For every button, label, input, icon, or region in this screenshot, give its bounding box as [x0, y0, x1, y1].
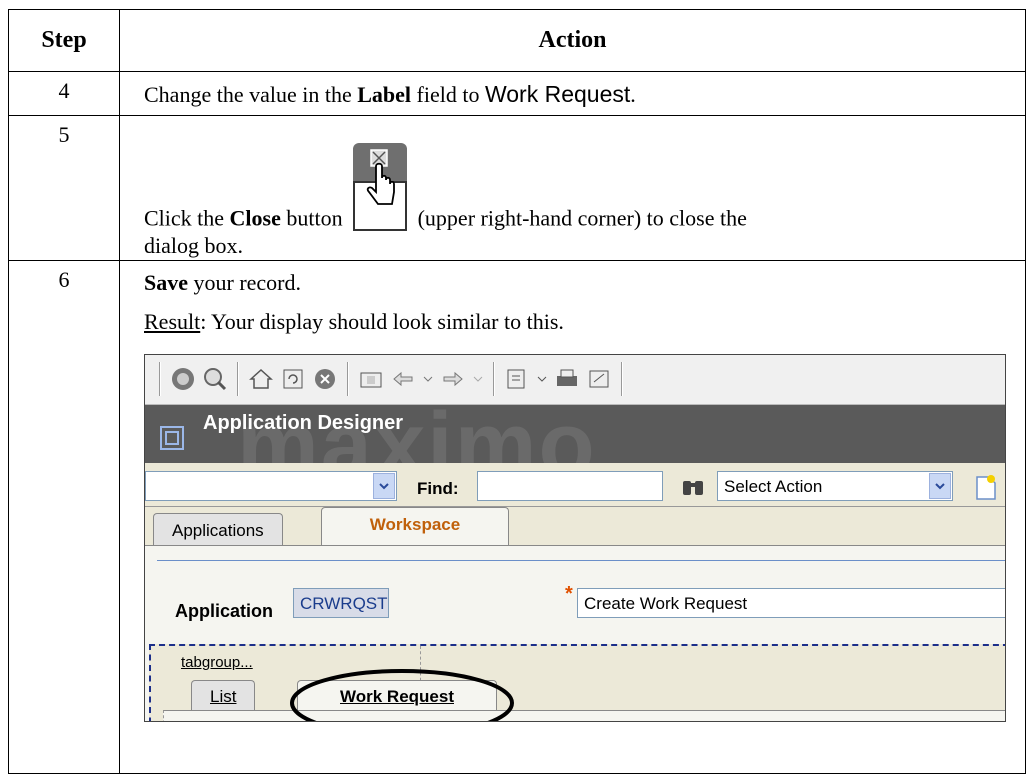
result-screenshot: maximo Application Designer Find: Select… — [144, 353, 1006, 722]
refresh-icon[interactable] — [279, 365, 307, 393]
toolbar — [145, 354, 1005, 405]
step-row: 6 Save your record. Result: Your display… — [8, 259, 1026, 774]
main-tabs: Applications Workspace — [145, 506, 1005, 545]
tabgroup-label[interactable]: tabgroup... — [181, 654, 253, 673]
header-action: Action — [119, 9, 1026, 72]
result-label: Result — [144, 309, 201, 334]
application-icon — [159, 425, 185, 458]
search-icon[interactable] — [201, 365, 229, 393]
design-tab-list[interactable]: List — [191, 679, 256, 710]
application-field[interactable]: CRWRQST — [293, 587, 389, 618]
header-step: Step — [8, 9, 120, 72]
back-arrow-icon[interactable] — [389, 365, 417, 393]
action-text: Change the value in the Label field to W… — [119, 71, 1026, 116]
chevron-down-icon[interactable] — [373, 472, 395, 499]
required-marker: * — [565, 582, 573, 605]
chevron-down-icon[interactable] — [471, 365, 485, 393]
step-row: 4 Change the value in the Label field to… — [8, 71, 1026, 116]
find-label: Find: — [417, 478, 459, 498]
tab-applications[interactable]: Applications — [153, 512, 283, 545]
save-term: Save — [144, 269, 188, 295]
step-number: 5 — [8, 115, 120, 261]
edit-icon[interactable] — [503, 365, 531, 393]
step-number: 4 — [8, 71, 120, 116]
chevron-down-icon[interactable] — [535, 365, 549, 393]
select-action[interactable]: Select Action — [717, 470, 953, 501]
design-canvas: tabgroup... List Work Request — [149, 643, 1005, 721]
action-text: Click the Close button (upper right-hand… — [119, 115, 1026, 261]
description-field[interactable]: Create Work Request — [577, 587, 1005, 618]
tab-workspace[interactable]: Workspace — [321, 506, 509, 545]
label-term: Label — [357, 82, 412, 107]
bulletin-icon[interactable] — [169, 365, 197, 393]
highlight-ellipse — [290, 668, 514, 721]
instruction-table: Step Action 4 Change the value in the La… — [8, 9, 1026, 774]
report-icon[interactable] — [585, 365, 613, 393]
workspace-panel: Application CRWRQST * Create Work Reques… — [145, 544, 1005, 721]
select-action-value: Select Action — [724, 476, 823, 496]
label-value: Work Request — [484, 81, 631, 107]
find-bar: Find: Select Action — [145, 462, 1005, 508]
binoculars-icon[interactable] — [681, 475, 705, 504]
chevron-down-icon[interactable] — [929, 472, 951, 499]
header-row: Step Action — [8, 9, 1026, 72]
app-title: Application Designer — [203, 411, 404, 434]
print-icon[interactable] — [553, 365, 581, 393]
forward-arrow-icon[interactable] — [439, 365, 467, 393]
new-record-icon[interactable] — [973, 473, 999, 508]
action-text: Save your record. Result: Your display s… — [119, 259, 1026, 774]
home-icon[interactable] — [247, 365, 275, 393]
folder-icon[interactable] — [357, 365, 385, 393]
cancel-icon[interactable] — [311, 365, 339, 393]
close-button-icon — [352, 142, 408, 232]
chevron-down-icon[interactable] — [421, 365, 435, 393]
query-select[interactable] — [145, 470, 397, 501]
application-label: Application — [175, 600, 273, 621]
find-input[interactable] — [477, 470, 663, 501]
step-row: 5 Click the Close button (upper right-ha… — [8, 115, 1026, 261]
close-term: Close — [229, 205, 281, 231]
app-banner: maximo Application Designer — [145, 404, 1005, 463]
step-number: 6 — [8, 259, 120, 774]
